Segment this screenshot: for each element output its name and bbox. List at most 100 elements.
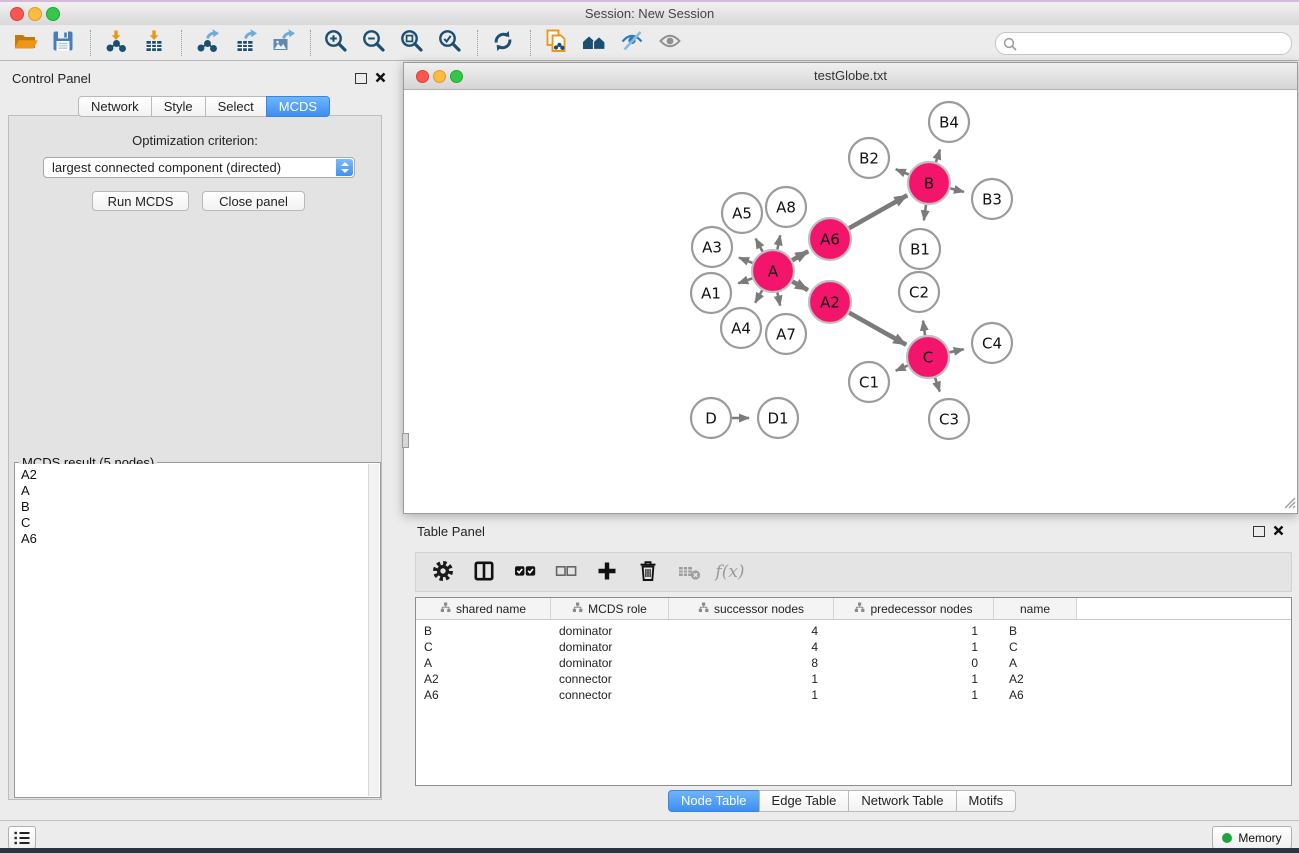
tab-network-table[interactable]: Network Table: [848, 790, 956, 812]
zoom-selected-button[interactable]: [435, 28, 465, 58]
graph-node-A7[interactable]: A7: [766, 314, 806, 354]
export-table-button[interactable]: [230, 28, 260, 58]
float-panel-icon[interactable]: [1253, 526, 1265, 537]
graph-edge-C-C2[interactable]: [923, 321, 925, 336]
graph-edge-A6-B[interactable]: [849, 195, 907, 228]
graph-node-B[interactable]: B: [908, 162, 950, 204]
node-table[interactable]: shared nameMCDS rolesuccessor nodesprede…: [415, 597, 1292, 786]
close-panel-icon[interactable]: [1273, 524, 1284, 539]
mcds-result-item[interactable]: A6: [21, 531, 369, 547]
tab-select[interactable]: Select: [205, 96, 267, 117]
network-window-titlebar[interactable]: testGlobe.txt: [404, 63, 1297, 90]
network-graph-canvas[interactable]: B4 B2 B B3 A8 A5 A6 A3 B1 A A1 C2 A2: [404, 89, 1297, 513]
column-header-successor-nodes[interactable]: successor nodes: [669, 598, 834, 619]
table-row[interactable]: Bdominator41B: [416, 623, 1291, 639]
graph-node-A[interactable]: A: [752, 250, 794, 292]
task-history-button[interactable]: [8, 826, 36, 849]
show-panel-button[interactable]: [655, 28, 685, 58]
save-session-button[interactable]: [48, 28, 78, 58]
graph-node-A5[interactable]: A5: [722, 193, 762, 233]
column-layout-button[interactable]: [469, 557, 499, 587]
tab-motifs[interactable]: Motifs: [956, 790, 1017, 812]
home-network-button[interactable]: [579, 28, 609, 58]
graph-node-A6[interactable]: A6: [809, 218, 851, 260]
table-row[interactable]: A6connector11A6: [416, 687, 1291, 703]
graph-edge-B-B4[interactable]: [936, 150, 940, 163]
splitter-handle[interactable]: [402, 433, 409, 448]
select-all-button[interactable]: [510, 557, 540, 587]
open-session-button[interactable]: [10, 28, 40, 58]
search-box[interactable]: [995, 32, 1292, 55]
graph-node-C2[interactable]: C2: [899, 272, 939, 312]
graph-edge-B-B3[interactable]: [950, 188, 964, 192]
graph-node-C3[interactable]: C3: [929, 399, 969, 439]
graph-node-C[interactable]: C: [907, 336, 949, 378]
zoom-in-button[interactable]: [321, 28, 351, 58]
run-mcds-button[interactable]: Run MCDS: [92, 191, 189, 211]
delete-row-button[interactable]: [633, 557, 663, 587]
graph-edge-A-A4[interactable]: [755, 290, 762, 303]
mcds-result-item[interactable]: B: [21, 499, 369, 515]
graph-edge-A2-C[interactable]: [849, 313, 906, 345]
graph-node-D1[interactable]: D1: [758, 398, 798, 438]
column-header-name[interactable]: name: [994, 598, 1077, 619]
result-list-scrollbar[interactable]: [368, 464, 379, 796]
refresh-layout-button[interactable]: [488, 28, 518, 58]
float-panel-icon[interactable]: [355, 73, 367, 84]
table-row[interactable]: Cdominator41C: [416, 639, 1291, 655]
copy-style-button[interactable]: [541, 28, 571, 58]
mcds-result-item[interactable]: A: [21, 483, 369, 499]
graph-edge-C-C1[interactable]: [896, 366, 908, 371]
graph-edge-B-B2[interactable]: [896, 169, 909, 174]
graph-node-A3[interactable]: A3: [692, 227, 732, 267]
zoom-out-button[interactable]: [359, 28, 389, 58]
gear-button[interactable]: [428, 557, 458, 587]
graph-edge-C-C3[interactable]: [935, 378, 940, 392]
graph-edge-A-A3[interactable]: [739, 258, 753, 263]
tab-mcds[interactable]: MCDS: [266, 96, 330, 117]
hide-panel-button[interactable]: [617, 28, 647, 58]
mcds-result-item[interactable]: A2: [21, 467, 369, 483]
tab-node-table[interactable]: Node Table: [668, 790, 760, 812]
import-network-button[interactable]: [101, 28, 131, 58]
search-input[interactable]: [1021, 36, 1283, 52]
graph-edge-A-A2[interactable]: [792, 282, 808, 291]
export-network-button[interactable]: [192, 28, 222, 58]
add-row-button[interactable]: [592, 557, 622, 587]
table-row[interactable]: Adominator80A: [416, 655, 1291, 671]
graph-node-C1[interactable]: C1: [849, 362, 889, 402]
graph-edge-A-A7[interactable]: [777, 293, 780, 306]
graph-node-B4[interactable]: B4: [929, 102, 969, 142]
window-titlebar[interactable]: Session: New Session: [0, 2, 1299, 26]
graph-node-A2[interactable]: A2: [809, 281, 851, 323]
graph-node-A1[interactable]: A1: [691, 273, 731, 313]
graph-edge-A-A6[interactable]: [792, 251, 808, 260]
resize-grip-icon[interactable]: [1283, 496, 1296, 512]
graph-node-C4[interactable]: C4: [972, 323, 1012, 363]
graph-node-B1[interactable]: B1: [900, 229, 940, 269]
column-header-predecessor-nodes[interactable]: predecessor nodes: [834, 598, 994, 619]
import-table-button[interactable]: [139, 28, 169, 58]
graph-node-D[interactable]: D: [691, 398, 731, 438]
zoom-fit-button[interactable]: [397, 28, 427, 58]
tab-edge-table[interactable]: Edge Table: [759, 790, 850, 812]
graph-edge-C-C4[interactable]: [950, 349, 964, 352]
column-header-MCDS-role[interactable]: MCDS role: [551, 598, 669, 619]
deselect-all-button[interactable]: [551, 557, 581, 587]
table-row[interactable]: A2connector11A2: [416, 671, 1291, 687]
mcds-result-item[interactable]: C: [21, 515, 369, 531]
graph-edge-A-A8[interactable]: [777, 235, 780, 249]
graph-node-A4[interactable]: A4: [721, 308, 761, 348]
column-header-shared-name[interactable]: shared name: [416, 598, 551, 619]
memory-button[interactable]: Memory: [1212, 826, 1292, 849]
tab-style[interactable]: Style: [151, 96, 206, 117]
close-panel-icon[interactable]: [375, 71, 386, 86]
graph-node-A8[interactable]: A8: [766, 187, 806, 227]
export-image-button[interactable]: [268, 28, 298, 58]
graph-edge-A-A1[interactable]: [738, 278, 752, 283]
mcds-result-list[interactable]: A2ABCA6: [16, 464, 369, 796]
graph-edge-A-A5[interactable]: [756, 239, 763, 252]
graph-node-B2[interactable]: B2: [849, 138, 889, 178]
close-panel-button[interactable]: Close panel: [202, 191, 305, 211]
tab-network[interactable]: Network: [78, 96, 152, 117]
